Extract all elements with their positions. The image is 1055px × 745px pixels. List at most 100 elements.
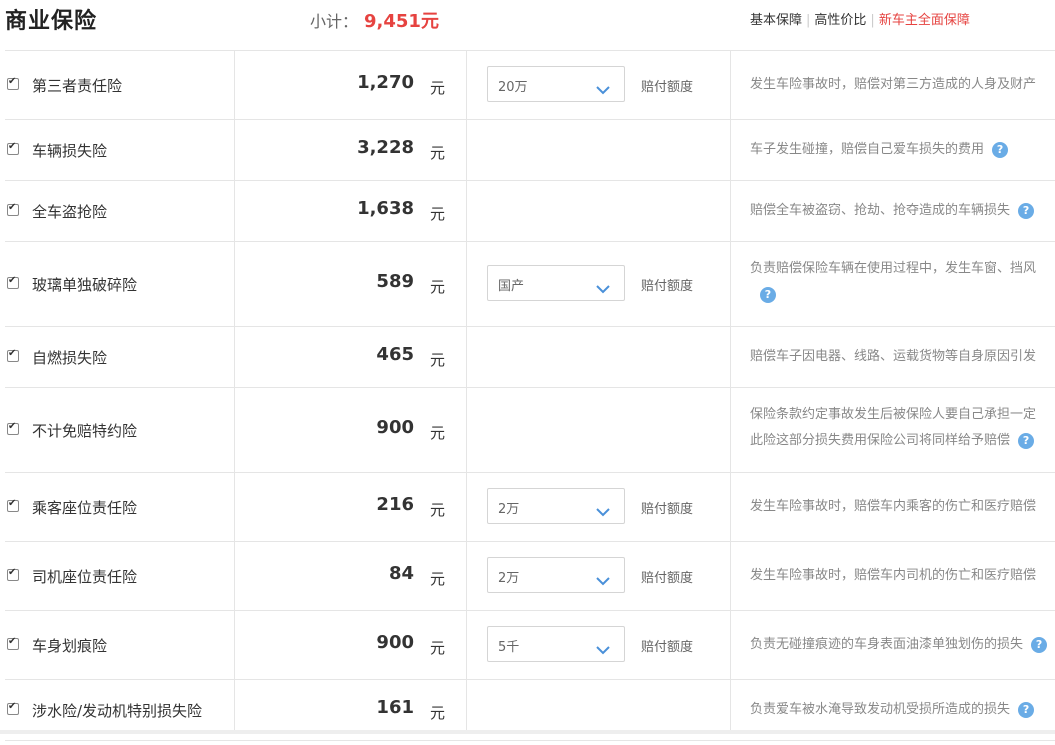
coverage-price: 161 xyxy=(376,697,414,718)
pay-limit-label: 赔付额度 xyxy=(641,640,694,655)
row-checkbox[interactable] xyxy=(7,498,19,512)
pay-limit-label: 赔付额度 xyxy=(641,279,694,294)
description-line: 车子发生碰撞，赔偿自己爱车损失的费用 xyxy=(750,142,985,157)
subtotal-label: 小计： xyxy=(310,12,359,31)
coverage-name: 车身划痕险 xyxy=(32,637,108,655)
coverage-amount-select[interactable]: 国产 xyxy=(487,265,625,301)
chevron-down-icon xyxy=(596,571,610,590)
plan-new-owner[interactable]: 新车主全面保障 xyxy=(879,13,970,28)
table-row: 不计免赔特约险 900 元 保险条款约定事故发生后被保险人要自己承担一定 此险这部分… xyxy=(5,388,1055,473)
coverage-description: 保险条款约定事故发生后被保险人要自己承担一定 此险这部分损失费用保险公司将同样给… xyxy=(750,402,1055,454)
currency-unit: 元 xyxy=(430,351,446,369)
currency-unit: 元 xyxy=(430,424,446,442)
coverage-description: 车子发生碰撞，赔偿自己爱车损失的费用? xyxy=(750,137,1055,163)
row-checkbox[interactable] xyxy=(7,701,19,715)
coverage-amount-select[interactable]: 2万 xyxy=(487,557,625,593)
bottom-border xyxy=(0,730,1055,734)
coverage-description: 发生车险事故时，赔偿车内司机的伤亡和医疗赔偿 xyxy=(750,563,1055,589)
select-value: 5千 xyxy=(498,640,520,655)
description-line: 此险这部分损失费用保险公司将同样给予赔偿 xyxy=(750,433,1011,448)
coverage-price: 589 xyxy=(376,271,414,292)
coverage-price: 900 xyxy=(376,417,414,438)
description-line: 发生车险事故时，赔偿车内乘客的伤亡和医疗赔偿 xyxy=(750,499,1037,514)
coverage-amount-select[interactable]: 20万 xyxy=(487,66,625,102)
description-line: 保险条款约定事故发生后被保险人要自己承担一定 xyxy=(750,407,1037,422)
coverage-price: 900 xyxy=(376,632,414,653)
insurance-table: 第三者责任险 1,270 元 20万 赔付额度 发生车险事故时，赔偿对第三方造成的人身… xyxy=(5,50,1055,741)
coverage-description: 负责爱车被水淹导致发动机受损所造成的损失? xyxy=(750,697,1055,723)
table-row: 玻璃单独破碎险 589 元 国产 赔付额度 负责赔偿保险车辆在使用过程中，发生车窗、… xyxy=(5,242,1055,327)
row-checkbox[interactable] xyxy=(7,275,19,289)
description-line: 发生车险事故时，赔偿车内司机的伤亡和医疗赔偿 xyxy=(750,568,1037,583)
help-icon[interactable]: ? xyxy=(1031,636,1048,653)
table-row: 乘客座位责任险 216 元 2万 赔付额度 发生车险事故时，赔偿车内乘客的伤亡和医疗赔… xyxy=(5,473,1055,542)
subtotal-value: 9,451元 xyxy=(364,11,439,32)
coverage-name: 乘客座位责任险 xyxy=(32,499,138,517)
coverage-name: 不计免赔特约险 xyxy=(32,422,138,440)
pay-limit-label: 赔付额度 xyxy=(641,80,694,95)
coverage-name: 涉水险/发动机特别损失险 xyxy=(32,702,203,720)
coverage-description: 发生车险事故时，赔偿对第三方造成的人身及财产 xyxy=(750,72,1055,98)
help-icon[interactable]: ? xyxy=(992,141,1009,158)
coverage-amount-select[interactable]: 5千 xyxy=(487,626,625,662)
coverage-price: 3,228 xyxy=(357,137,414,158)
coverage-description: 负责无碰撞痕迹的车身表面油漆单独划伤的损失? xyxy=(750,632,1055,658)
description-line: 赔偿全车被盗窃、抢劫、抢夺造成的车辆损失 xyxy=(750,203,1011,218)
help-icon[interactable]: ? xyxy=(1018,432,1035,449)
currency-unit: 元 xyxy=(430,570,446,588)
table-row: 自燃损失险 465 元 赔偿车子因电器、线路、运载货物等自身原因引发 xyxy=(5,327,1055,388)
coverage-description: 发生车险事故时，赔偿车内乘客的伤亡和医疗赔偿 xyxy=(750,494,1055,520)
table-row: 司机座位责任险 84 元 2万 赔付额度 发生车险事故时，赔偿车内司机的伤亡和医疗赔偿 xyxy=(5,542,1055,611)
row-checkbox[interactable] xyxy=(7,636,19,650)
row-checkbox[interactable] xyxy=(7,567,19,581)
plan-basic[interactable]: 基本保障 xyxy=(750,13,802,28)
coverage-price: 1,270 xyxy=(357,72,414,93)
chevron-down-icon xyxy=(596,502,610,521)
plan-value[interactable]: 高性价比 xyxy=(814,13,866,28)
page-title: 商业保险 xyxy=(5,9,98,34)
currency-unit: 元 xyxy=(430,205,446,223)
coverage-name: 第三者责任险 xyxy=(32,77,123,95)
row-checkbox[interactable] xyxy=(7,76,19,90)
description-line: 发生车险事故时，赔偿对第三方造成的人身及财产 xyxy=(750,77,1037,92)
description-line: 负责无碰撞痕迹的车身表面油漆单独划伤的损失 xyxy=(750,637,1024,652)
currency-unit: 元 xyxy=(430,639,446,657)
currency-unit: 元 xyxy=(430,704,446,722)
help-icon[interactable]: ? xyxy=(1018,701,1035,718)
subtotal: 小计： 9,451元 xyxy=(310,7,439,33)
description-line: 负责爱车被水淹导致发动机受损所造成的损失 xyxy=(750,702,1011,717)
coverage-name: 玻璃单独破碎险 xyxy=(32,276,138,294)
coverage-name: 车辆损失险 xyxy=(32,142,108,160)
coverage-description: 负责赔偿保险车辆在使用过程中，发生车窗、挡风 ? xyxy=(750,256,1055,308)
help-icon[interactable]: ? xyxy=(760,286,776,303)
row-checkbox[interactable] xyxy=(7,202,19,216)
chevron-down-icon xyxy=(596,640,610,659)
chevron-down-icon xyxy=(596,80,610,99)
table-row: 车身划痕险 900 元 5千 赔付额度 负责无碰撞痕迹的车身表面油漆单独划伤的损失? xyxy=(5,611,1055,680)
coverage-description: 赔偿车子因电器、线路、运载货物等自身原因引发 xyxy=(750,344,1055,370)
description-line: 赔偿车子因电器、线路、运载货物等自身原因引发 xyxy=(750,349,1037,364)
chevron-down-icon xyxy=(596,279,610,298)
row-checkbox[interactable] xyxy=(7,421,19,435)
coverage-name: 全车盗抢险 xyxy=(32,203,108,221)
coverage-price: 1,638 xyxy=(357,198,414,219)
select-value: 2万 xyxy=(498,571,520,586)
coverage-amount-select[interactable]: 2万 xyxy=(487,488,625,524)
pay-limit-label: 赔付额度 xyxy=(641,571,694,586)
coverage-price: 216 xyxy=(376,494,414,515)
row-checkbox[interactable] xyxy=(7,348,19,362)
plan-selector: 基本保障 | 高性价比 | 新车主全面保障 xyxy=(750,13,970,28)
currency-unit: 元 xyxy=(430,79,446,97)
currency-unit: 元 xyxy=(430,501,446,519)
table-row: 第三者责任险 1,270 元 20万 赔付额度 发生车险事故时，赔偿对第三方造成的人身… xyxy=(5,51,1055,120)
select-value: 20万 xyxy=(498,80,528,95)
help-icon[interactable]: ? xyxy=(1018,202,1035,219)
table-row: 全车盗抢险 1,638 元 赔偿全车被盗窃、抢劫、抢夺造成的车辆损失? xyxy=(5,181,1055,242)
row-checkbox[interactable] xyxy=(7,141,19,155)
select-value: 2万 xyxy=(498,502,520,517)
description-line: 负责赔偿保险车辆在使用过程中，发生车窗、挡风 xyxy=(750,261,1037,276)
pay-limit-label: 赔付额度 xyxy=(641,502,694,517)
coverage-price: 465 xyxy=(376,344,414,365)
coverage-description: 赔偿全车被盗窃、抢劫、抢夺造成的车辆损失? xyxy=(750,198,1055,224)
coverage-price: 84 xyxy=(388,563,414,584)
